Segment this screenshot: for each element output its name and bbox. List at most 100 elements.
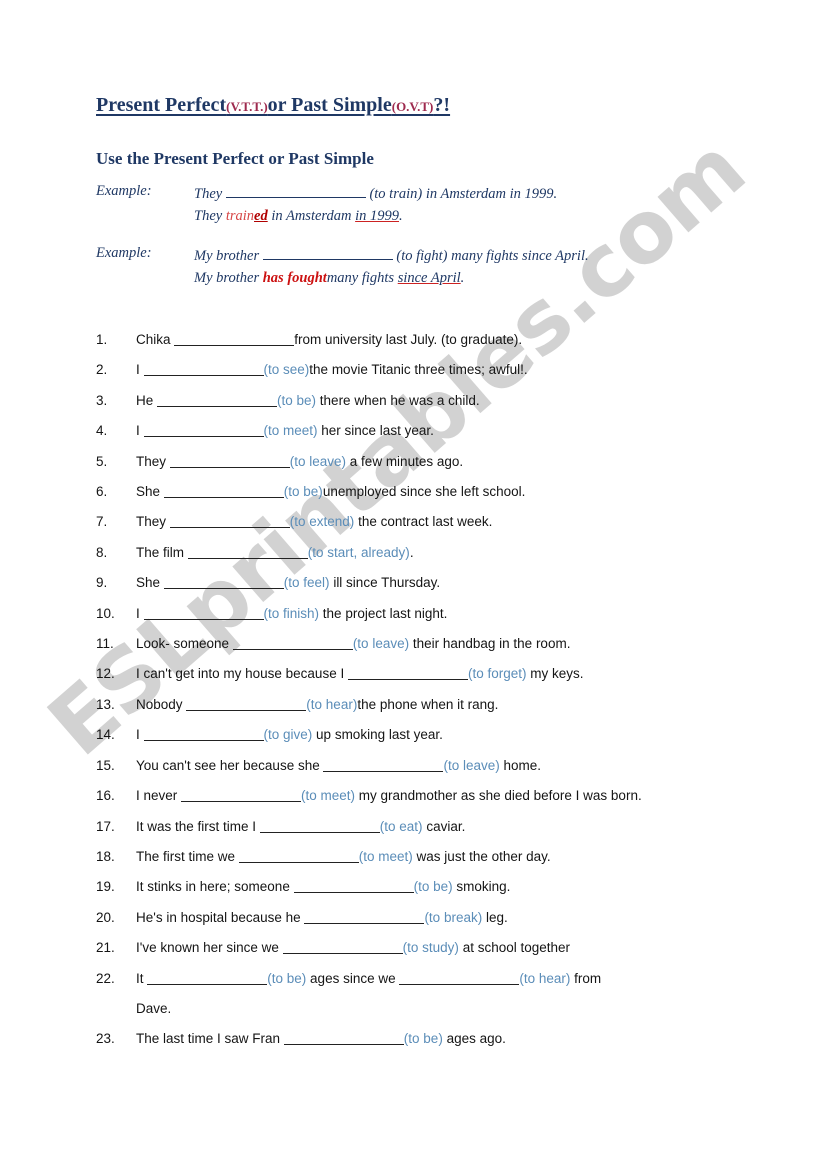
sentence-text-before: I can't get into my house because I	[136, 666, 348, 682]
exercise-sentence: I can't get into my house because I (to …	[136, 659, 776, 689]
answer-blank[interactable]	[181, 801, 302, 803]
exercise-sentence: The first time we (to meet) was just the…	[136, 842, 776, 872]
exercise-sentence: The last time I saw Fran (to be) ages ag…	[136, 1024, 776, 1054]
verb-hint: (to be)	[403, 1031, 443, 1047]
verb-hint: (to be)	[267, 970, 307, 986]
exercise-item: 12. I can't get into my house because I (…	[96, 659, 776, 689]
example-answer-end-2: .	[460, 270, 465, 286]
sentence-text-after: home.	[499, 757, 542, 773]
sentence-text-after: the movie Titanic three times; awful!.	[309, 362, 528, 378]
exercise-list: 1. Chika from university last July. (to g…	[96, 325, 776, 1055]
answer-blank[interactable]	[347, 679, 468, 681]
exercise-sentence: You can't see her because she (to leave)…	[136, 751, 776, 781]
answer-blank[interactable]	[157, 405, 278, 407]
sentence-text-after: my grandmother as she died before I was …	[355, 788, 642, 804]
sentence-text-before: He	[136, 392, 158, 408]
exercise-item: 10. I (to finish) the project last night.	[96, 599, 776, 629]
sentence-text-before: She	[136, 575, 164, 591]
exercise-number: 1.	[96, 332, 108, 347]
example-prompt-1: They (to train) in Amsterdam in 1999.	[194, 183, 557, 205]
sentence-text-before: He's in hospital because he	[136, 909, 305, 925]
exercise-item: 18. The first time we (to meet) was just …	[96, 842, 776, 872]
title-end: ?!	[433, 94, 451, 116]
answer-blank[interactable]	[238, 861, 359, 863]
sentence-text-before: You can't see her because she	[136, 757, 324, 773]
example-answer-end-1: .	[399, 208, 403, 224]
worksheet-page: ESLprintables.com Present Perfect(V.T.T.…	[0, 0, 826, 1169]
exercise-number: 13.	[96, 696, 115, 712]
title-abbrev-2: (O.V.T)	[391, 99, 434, 114]
exercise-sentence: I (to finish) the project last night.	[136, 599, 776, 629]
sentence-text-before: I	[136, 362, 144, 378]
exercise-sentence: Nobody (to hear)the phone when it rang.	[136, 690, 776, 720]
verb-hint: (to leave)	[289, 453, 347, 469]
answer-blank[interactable]	[143, 436, 264, 438]
exercise-item: 15. You can't see her because she (to lea…	[96, 751, 776, 781]
answer-blank[interactable]	[169, 527, 290, 529]
answer-blank[interactable]	[163, 497, 284, 499]
example-prompt-after-2: (to fight) many fights since April.	[392, 248, 589, 264]
answer-blank[interactable]	[143, 375, 264, 377]
exercise-item: 6. She (to be)unemployed since she left s…	[96, 477, 776, 507]
example-lines-1: They (to train) in Amsterdam in 1999. Th…	[194, 183, 557, 227]
exercise-item: 9. She (to feel) ill since Thursday.	[96, 568, 776, 598]
title-abbrev-1: (V.T.T.)	[226, 99, 268, 114]
exercise-number: 9.	[96, 575, 108, 591]
answer-blank[interactable]	[232, 649, 353, 651]
answer-blank[interactable]	[186, 709, 307, 711]
exercise-number: 21.	[96, 940, 115, 956]
sentence-text-before: I never	[136, 788, 182, 804]
sentence-text-after: the project last night.	[319, 605, 448, 621]
answer-blank[interactable]	[143, 740, 264, 742]
sentence-text-before: She	[136, 484, 164, 500]
exercise-sentence: I've known her since we (to study) at sc…	[136, 933, 776, 963]
example-lines-2: My brother (to fight) many fights since …	[194, 245, 589, 289]
example-blank-1	[225, 197, 366, 198]
answer-blank[interactable]	[143, 618, 264, 620]
answer-blank[interactable]	[282, 953, 403, 955]
exercise-sentence: The film (to start, already).	[136, 538, 776, 568]
exercise-sentence: He (to be) there when he was a child.	[136, 386, 776, 416]
verb-hint: (to break)	[424, 909, 483, 925]
exercise-item: 11. Look- someone (to leave) their handba…	[96, 629, 776, 659]
exercise-number: 16.	[96, 788, 115, 804]
exercise-number: 14.	[96, 727, 115, 743]
answer-blank[interactable]	[187, 557, 308, 559]
answer-blank[interactable]	[147, 983, 268, 985]
sentence-text-before: They	[136, 453, 170, 469]
sentence-text-before: Chika	[136, 332, 175, 347]
exercise-item: 13. Nobody (to hear)the phone when it ran…	[96, 690, 776, 720]
answer-blank-secondary[interactable]	[399, 983, 520, 985]
answer-blank[interactable]	[169, 466, 290, 468]
answer-blank[interactable]	[174, 345, 295, 346]
verb-hint: (to be)	[283, 484, 323, 500]
sentence-text-before: I	[136, 605, 144, 621]
instructions-heading: Use the Present Perfect or Past Simple	[96, 149, 374, 168]
exercise-number: 20.	[96, 909, 115, 925]
sentence-text-after: .	[409, 544, 414, 560]
sentence-text-after: leg.	[482, 909, 508, 925]
answer-blank[interactable]	[304, 922, 425, 924]
answer-blank[interactable]	[259, 831, 380, 833]
exercise-sentence: They (to extend) the contract last week.	[136, 507, 776, 537]
example-answer-time-2: since April	[397, 270, 461, 286]
sentence-text-after: was just the other day.	[412, 848, 551, 864]
verb-hint: (to meet)	[263, 423, 318, 439]
answer-blank[interactable]	[283, 1044, 404, 1046]
answer-blank[interactable]	[163, 588, 284, 590]
sentence-text-after: from university last July. (to graduate)…	[294, 332, 523, 347]
verb-hint: (to leave)	[443, 757, 500, 773]
exercise-number: 10.	[96, 605, 115, 621]
sentence-text-after: caviar.	[422, 818, 466, 834]
exercise-sentence: Chika from university last July. (to gra…	[136, 325, 776, 355]
answer-blank[interactable]	[293, 892, 414, 894]
worksheet-content: Present Perfect(V.T.T.)or Past Simple(O.…	[0, 0, 826, 1169]
answer-blank[interactable]	[323, 770, 444, 772]
exercise-sentence: She (to feel) ill since Thursday.	[136, 568, 776, 598]
page-title: Present Perfect(V.T.T.)or Past Simple(O.…	[96, 94, 450, 117]
sentence-text-after: there when he was a child.	[316, 392, 480, 408]
exercise-number: 12.	[96, 666, 115, 682]
exercise-sentence: I (to see)the movie Titanic three times;…	[136, 355, 776, 385]
verb-hint: (to finish)	[263, 605, 320, 621]
sentence-continuation-text: Dave.	[136, 1000, 172, 1016]
